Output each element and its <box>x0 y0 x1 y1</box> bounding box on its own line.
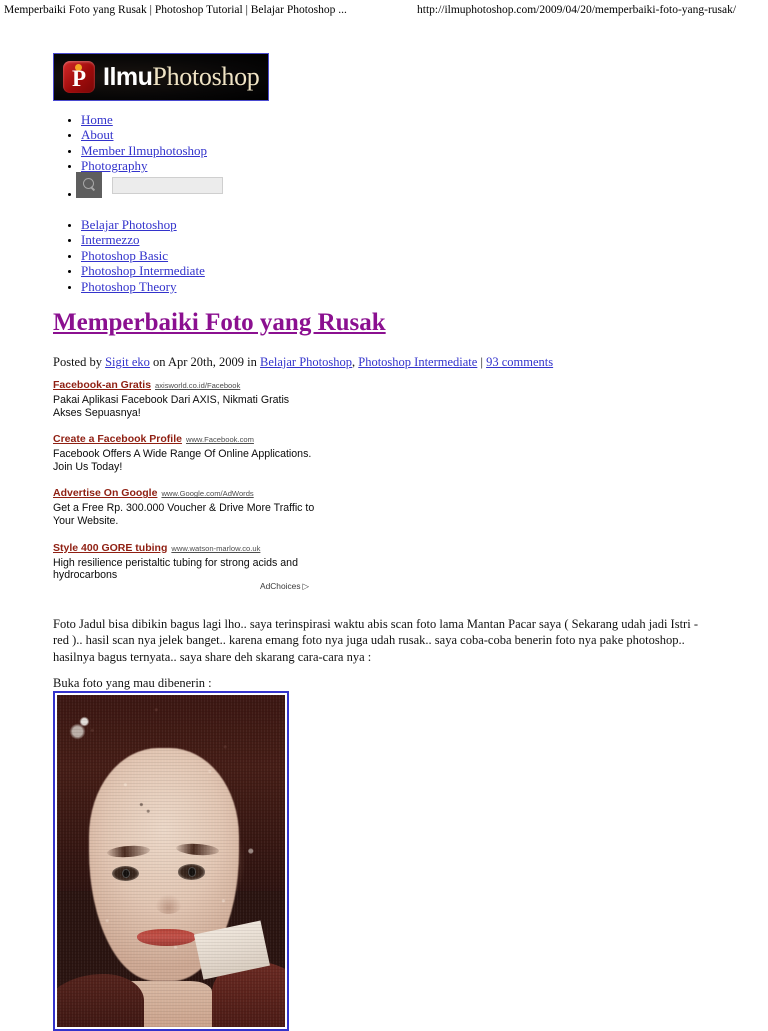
ad-url[interactable]: www.watson-marlow.co.uk <box>171 544 260 553</box>
nav-link-belajar-photoshop[interactable]: Belajar Photoshop <box>81 217 177 232</box>
ad-unit[interactable]: Style 400 GORE tubing www.watson-marlow.c… <box>53 538 319 582</box>
nav-link-intermezzo[interactable]: Intermezzo <box>81 232 139 247</box>
nav-link-home[interactable]: Home <box>81 112 113 127</box>
site-logo-inner: P IlmuPhotoshop <box>54 54 268 100</box>
nav-item-member[interactable]: Member Ilmuphotoshop <box>81 143 207 158</box>
site-logo[interactable]: P IlmuPhotoshop <box>53 53 269 101</box>
nav-link-photoshop-basic[interactable]: Photoshop Basic <box>81 248 168 263</box>
search-form <box>76 172 223 198</box>
photo-grain-overlay <box>57 695 285 1027</box>
ad-headline[interactable]: Advertise On Google <box>53 487 157 499</box>
nav-item-photoshop-intermediate[interactable]: Photoshop Intermediate <box>81 263 205 278</box>
ad-unit[interactable]: Advertise On Google www.Google.com/AdWord… <box>53 483 319 527</box>
ad-url[interactable]: www.Facebook.com <box>186 435 254 444</box>
nav-item-search <box>76 172 223 217</box>
ad-url[interactable]: www.Google.com/AdWords <box>161 489 253 498</box>
search-input[interactable] <box>112 176 223 194</box>
post-meta-in: in <box>244 355 260 369</box>
nav-link-about[interactable]: About <box>81 127 114 142</box>
post-meta: Posted by Sigit eko on Apr 20th, 2009 in… <box>53 355 553 370</box>
primary-navigation: Home About Member Ilmuphotoshop Photogra… <box>53 112 207 174</box>
nav-item-photoshop-basic[interactable]: Photoshop Basic <box>81 248 205 263</box>
secondary-navigation: Belajar Photoshop Intermezzo Photoshop B… <box>53 172 223 294</box>
nav-item-about[interactable]: About <box>81 127 207 142</box>
post-author-link[interactable]: Sigit eko <box>105 355 150 369</box>
post-image-damaged-portrait <box>57 695 285 1027</box>
nav-item-belajar-photoshop[interactable]: Belajar Photoshop <box>81 217 205 232</box>
post-category-link-2[interactable]: Photoshop Intermediate <box>358 355 477 369</box>
post-comments-link[interactable]: 93 comments <box>486 355 553 369</box>
ad-url[interactable]: axisworld.co.id/Facebook <box>155 381 240 390</box>
adchoices-label: AdChoices <box>260 581 301 591</box>
post-meta-posted-by: Posted by <box>53 355 106 369</box>
post-category-link-1[interactable]: Belajar Photoshop <box>260 355 352 369</box>
post-paragraph-step: Buka foto yang mau dibenerin : <box>53 675 212 690</box>
adchoices-triangle-icon: ▷ <box>302 581 309 591</box>
ad-description: Facebook Offers A Wide Range Of Online A… <box>53 448 312 473</box>
post-paragraph-intro: Foto Jadul bisa dibikin bagus lagi lho..… <box>53 616 698 664</box>
post-date: Apr 20th, 2009 <box>167 355 244 369</box>
logo-text-bold: Ilmu <box>103 63 153 91</box>
nav-item-home[interactable]: Home <box>81 112 207 127</box>
page-title[interactable]: Memperbaiki Foto yang Rusak <box>53 308 386 337</box>
site-logo-text: IlmuPhotoshop <box>103 64 260 90</box>
nav-item-photoshop-theory[interactable]: Photoshop Theory <box>81 279 205 294</box>
ad-unit[interactable]: Create a Facebook Profile www.Facebook.co… <box>53 429 319 473</box>
post-meta-on: on <box>149 355 168 369</box>
nav-link-member[interactable]: Member Ilmuphotoshop <box>81 143 207 158</box>
print-header-title: Memperbaiki Foto yang Rusak | Photoshop … <box>4 4 347 16</box>
advertisement-block: Facebook-an Gratis axisworld.co.id/Facebo… <box>53 375 319 592</box>
ad-description: Pakai Aplikasi Facebook Dari AXIS, Nikma… <box>53 394 290 419</box>
adchoices-link[interactable]: AdChoices ▷ <box>260 581 309 591</box>
nav-link-photoshop-intermediate[interactable]: Photoshop Intermediate <box>81 263 205 278</box>
post-image-link[interactable] <box>53 691 289 1031</box>
ad-description: Get a Free Rp. 300.000 Voucher & Drive M… <box>53 502 315 527</box>
ad-headline[interactable]: Create a Facebook Profile <box>53 433 182 445</box>
ad-headline[interactable]: Style 400 GORE tubing <box>53 542 167 554</box>
ad-description: High resilience peristaltic tubing for s… <box>53 556 298 582</box>
nav-item-intermezzo[interactable]: Intermezzo <box>81 232 205 247</box>
search-icon <box>83 178 94 189</box>
ad-unit[interactable]: Facebook-an Gratis axisworld.co.id/Facebo… <box>53 375 319 419</box>
search-button[interactable] <box>76 172 102 198</box>
nav-link-photography[interactable]: Photography <box>81 158 147 173</box>
photoshop-p-icon: P <box>63 61 95 93</box>
ad-headline[interactable]: Facebook-an Gratis <box>53 379 151 391</box>
print-header: Memperbaiki Foto yang Rusak | Photoshop … <box>0 0 768 22</box>
post-meta-comment-sep: | <box>477 355 487 369</box>
print-header-url: http://ilmuphotoshop.com/2009/04/20/memp… <box>417 4 737 16</box>
logo-letter: P <box>71 66 87 91</box>
logo-text-light: Photoshop <box>152 62 260 91</box>
nav-link-photoshop-theory[interactable]: Photoshop Theory <box>81 279 176 294</box>
